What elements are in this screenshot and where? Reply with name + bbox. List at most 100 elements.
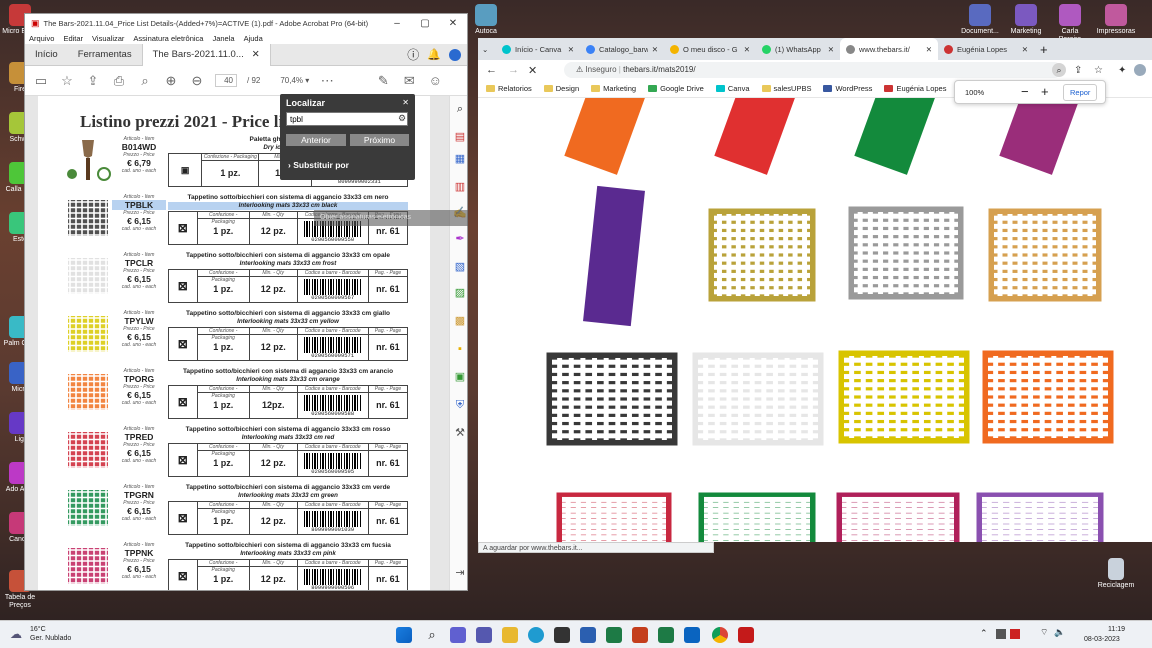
close-icon[interactable]: ✕ xyxy=(252,49,260,60)
close-button[interactable]: ✕ xyxy=(439,18,467,29)
close-icon[interactable]: ✕ xyxy=(568,45,574,54)
bookmark-item[interactable]: Google Drive xyxy=(648,84,704,93)
bookmark-item[interactable]: WordPress xyxy=(823,84,872,93)
desktop-icon[interactable]: Autoca xyxy=(466,4,506,36)
bookmark-item[interactable]: Design xyxy=(543,84,579,93)
acrobat-icon[interactable] xyxy=(738,627,754,643)
share-icon[interactable]: ⇪ xyxy=(1074,65,1082,76)
sign-icon[interactable]: ✎ xyxy=(375,73,391,89)
zoom-in-icon[interactable]: ⌕ xyxy=(453,102,467,116)
browser-tab[interactable]: Catalogo_barwa✕ xyxy=(580,38,664,60)
explorer-icon[interactable] xyxy=(502,627,518,643)
interlocking-mat-product[interactable] xyxy=(836,492,960,542)
bar-mat-product[interactable] xyxy=(564,98,648,175)
bar-mat-product[interactable] xyxy=(714,98,798,175)
close-icon[interactable]: ✕ xyxy=(1022,45,1028,54)
teams-icon[interactable] xyxy=(476,627,492,643)
menu-item[interactable]: Editar xyxy=(63,34,83,43)
tab-search-icon[interactable]: ⌄ xyxy=(482,45,492,54)
bookmark-item[interactable]: Eugénia Lopes xyxy=(884,84,946,93)
wifi-icon[interactable]: ⌔ xyxy=(1040,627,1048,638)
url-input[interactable]: ⚠ Inseguro | thebars.it/mats2019/ xyxy=(564,62,1062,78)
replace-toggle[interactable]: › Substituir por xyxy=(288,160,349,170)
clock-date[interactable]: 08-03-2023 xyxy=(1084,636,1120,643)
bookmark-item[interactable]: Relatorios xyxy=(486,84,532,93)
tray-app-icon[interactable] xyxy=(996,629,1006,639)
combine-icon[interactable]: ▦ xyxy=(453,152,467,166)
scan-icon[interactable]: ▣ xyxy=(453,370,467,384)
menu-item[interactable]: Assinatura eletrônica xyxy=(133,34,203,43)
clock-time[interactable]: 11:19 xyxy=(1108,626,1125,633)
page-up-icon[interactable]: ⊕ xyxy=(163,73,179,89)
bar-mat-product[interactable] xyxy=(583,185,645,327)
share-user-icon[interactable]: ☺ xyxy=(427,73,443,88)
browser-tab[interactable]: O meu disco - G ✕ xyxy=(664,38,756,60)
next-button[interactable]: Próximo xyxy=(350,134,409,146)
bell-icon[interactable]: 🔔 xyxy=(427,48,441,61)
compare-icon[interactable]: ▨ xyxy=(453,286,467,300)
upload-icon[interactable]: ⇪ xyxy=(85,73,101,89)
browser-tab[interactable]: www.thebars.it/✕ xyxy=(840,38,938,60)
tools-icon[interactable]: ⚒ xyxy=(453,426,467,440)
bookmark-item[interactable]: Marketing xyxy=(591,84,636,93)
tab-home[interactable]: Início xyxy=(25,44,68,66)
outlook-icon[interactable] xyxy=(684,627,700,643)
bookmark-star-icon[interactable]: ☆ xyxy=(59,73,75,89)
mail-icon[interactable]: ✉ xyxy=(401,73,417,89)
desktop-icon[interactable]: Marketing xyxy=(1006,4,1046,36)
zoom-select[interactable]: 70,4% ▾ xyxy=(280,76,309,85)
account-icon[interactable] xyxy=(449,48,461,61)
desktop-icon[interactable]: Document... xyxy=(960,4,1000,36)
bookmark-item[interactable]: Canva xyxy=(715,84,750,93)
volume-icon[interactable]: 🔈 xyxy=(1054,627,1065,638)
tray-app-2-icon[interactable] xyxy=(1010,629,1020,639)
interlocking-mat-product[interactable] xyxy=(692,352,824,446)
close-icon[interactable]: ✕ xyxy=(652,45,658,54)
zoom-out-button[interactable]: − xyxy=(1021,84,1029,99)
menu-item[interactable]: Arquivo xyxy=(29,34,54,43)
close-icon[interactable]: ✕ xyxy=(744,45,750,54)
zoom-search-icon[interactable]: ⌕ xyxy=(137,73,153,89)
excel-2-icon[interactable] xyxy=(658,627,674,643)
recycle-bin[interactable]: Reciclagem xyxy=(1096,558,1136,590)
interlocking-mat-product[interactable] xyxy=(988,208,1102,302)
interlocking-mat-product[interactable] xyxy=(838,350,970,444)
back-icon[interactable]: ← xyxy=(486,64,497,76)
star-icon[interactable]: ☆ xyxy=(1094,65,1103,76)
protect-icon[interactable]: ⛨ xyxy=(453,398,467,412)
close-icon[interactable]: ✕ xyxy=(402,98,409,107)
start-icon[interactable] xyxy=(396,627,412,643)
help-icon[interactable]: ⓘ xyxy=(407,46,419,63)
minimize-button[interactable]: – xyxy=(383,18,411,29)
tab-tools[interactable]: Ferramentas xyxy=(68,44,142,66)
interlocking-mat-product[interactable] xyxy=(848,206,964,300)
menu-item[interactable]: Ajuda xyxy=(244,34,263,43)
settings-icon[interactable]: ⚙ xyxy=(398,113,406,124)
powerpoint-icon[interactable] xyxy=(632,627,648,643)
browser-tab[interactable]: Início - Canva ✕ xyxy=(496,38,580,60)
maximize-button[interactable]: ▢ xyxy=(411,18,439,29)
interlocking-mat-product[interactable] xyxy=(708,208,816,302)
previous-button[interactable]: Anterior xyxy=(286,134,346,146)
close-icon[interactable]: ✕ xyxy=(828,45,834,54)
profile-avatar[interactable] xyxy=(1134,64,1146,76)
tab-document[interactable]: The Bars-2021.11.0... ✕ xyxy=(141,43,271,66)
bookmark-item[interactable]: salesUPBS xyxy=(761,84,811,93)
interlocking-mat-product[interactable] xyxy=(982,350,1114,444)
browser-tab[interactable]: Eugénia Lopes ✕ xyxy=(938,38,1034,60)
chat-icon[interactable] xyxy=(450,627,466,643)
interlocking-mat-product[interactable] xyxy=(976,492,1104,542)
bar-mat-product[interactable] xyxy=(999,98,1083,175)
comment-icon[interactable]: ▪ xyxy=(453,342,467,356)
interlocking-mat-product[interactable] xyxy=(698,492,816,542)
page-down-icon[interactable]: ⊖ xyxy=(189,73,205,89)
search-icon[interactable]: ⌕ xyxy=(424,627,440,643)
fill-sign-icon[interactable]: ✒ xyxy=(453,232,467,246)
organize-icon[interactable]: ▥ xyxy=(453,180,467,194)
reload-stop-icon[interactable]: ✕ xyxy=(528,64,537,77)
chrome-icon[interactable] xyxy=(712,627,728,643)
browser-tab[interactable]: (1) WhatsApp ✕ xyxy=(756,38,840,60)
interlocking-mat-product[interactable] xyxy=(546,352,678,446)
print-icon[interactable]: ⎙ xyxy=(111,73,127,89)
page-number-input[interactable]: 40 xyxy=(215,74,237,87)
